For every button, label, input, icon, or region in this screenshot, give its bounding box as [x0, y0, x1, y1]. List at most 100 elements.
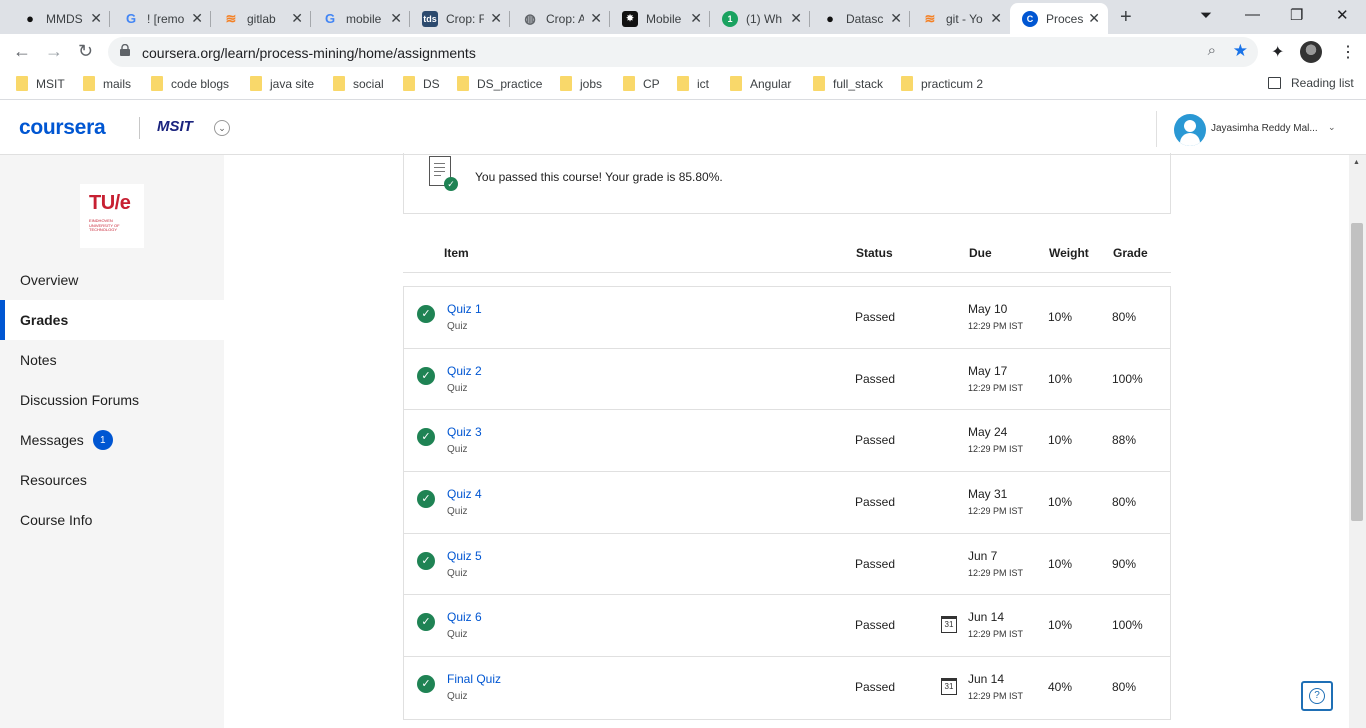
chevron-down-icon[interactable]: ⌄ [214, 120, 230, 136]
sidebar-item-discussion-forums[interactable]: Discussion Forums [0, 380, 224, 420]
bookmark-folder[interactable]: DS [403, 76, 440, 91]
scroll-up-arrow-icon[interactable]: ▲ [1353, 159, 1360, 166]
header-divider [139, 117, 140, 139]
bookmark-folder[interactable]: MSIT [16, 76, 65, 91]
item-link[interactable]: Quiz 3 [447, 425, 482, 439]
close-tab-icon[interactable]: ✕ [790, 10, 802, 27]
new-tab-button[interactable]: + [1120, 6, 1132, 29]
check-icon: ✓ [444, 177, 458, 191]
close-tab-icon[interactable]: ✕ [291, 10, 303, 27]
bookmark-folder[interactable]: code blogs [151, 76, 229, 91]
sidebar-item-resources[interactable]: Resources [0, 460, 224, 500]
close-window-button[interactable]: ✕ [1336, 6, 1349, 24]
column-weight: Weight [1049, 246, 1089, 260]
browser-tab[interactable]: tds Crop: F ✕ [410, 3, 510, 34]
column-due: Due [969, 246, 992, 260]
back-button[interactable]: ← [13, 41, 31, 62]
tds-icon: tds [422, 10, 438, 27]
item-link[interactable]: Final Quiz [447, 672, 501, 686]
close-tab-icon[interactable]: ✕ [990, 10, 1002, 27]
bookmark-folder[interactable]: Angular [730, 76, 791, 91]
calendar-icon[interactable]: 31 [941, 678, 957, 696]
page-scrollbar[interactable]: ▲ [1349, 155, 1366, 728]
bookmark-label: social [353, 76, 384, 91]
grades-table: ✓ Quiz 1 Quiz Passed May 10 12:29 PM IST 10% 80… [403, 286, 1171, 720]
browser-tab[interactable]: G ! [remo ✕ [111, 3, 211, 34]
bookmark-folder[interactable]: jobs [560, 76, 602, 91]
close-tab-icon[interactable]: ✕ [191, 10, 203, 27]
bookmark-folder[interactable]: mails [83, 76, 131, 91]
bookmark-folder[interactable]: java site [250, 76, 314, 91]
tab-title: ! [remo [147, 11, 185, 26]
sidebar-item-label: Resources [20, 472, 87, 488]
close-tab-icon[interactable]: ✕ [90, 10, 102, 27]
lock-icon [120, 44, 130, 56]
due-time: 12:29 PM IST [968, 321, 1024, 331]
bookmark-label: java site [270, 76, 315, 91]
sidebar-item-messages[interactable]: Messages 1 [0, 420, 224, 460]
passed-check-icon: ✓ [417, 428, 435, 447]
folder-icon [403, 76, 415, 91]
user-name[interactable]: Jayasimha Reddy Mal... [1211, 123, 1318, 134]
close-tab-icon[interactable]: ✕ [490, 10, 502, 27]
item-status: Passed [855, 680, 896, 695]
profile-avatar[interactable] [1300, 41, 1322, 63]
scrollbar-thumb[interactable] [1351, 223, 1363, 521]
sidebar-item-notes[interactable]: Notes [0, 340, 224, 380]
browser-tab[interactable]: ◍ Crop: A ✕ [510, 3, 610, 34]
notification-icon: 1 [722, 10, 738, 27]
close-tab-icon[interactable]: ✕ [890, 10, 902, 27]
close-tab-icon[interactable]: ✕ [1088, 10, 1100, 27]
sidebar-item-grades[interactable]: Grades [0, 300, 224, 340]
tab-search-icon[interactable]: ⏷ [1200, 7, 1212, 24]
browser-tab[interactable]: Gmobile ✕ [310, 3, 410, 34]
browser-menu-icon[interactable]: ⋮ [1340, 42, 1356, 62]
bookmark-folder[interactable]: CP [623, 76, 660, 91]
bookmark-star-icon[interactable]: ★ [1233, 41, 1248, 61]
reload-button[interactable]: ↻ [78, 41, 93, 62]
extensions-icon[interactable]: ✦ [1271, 42, 1284, 62]
sidebar-item-overview[interactable]: Overview [0, 260, 224, 300]
browser-tab[interactable]: ≋ gitlab ✕ [211, 3, 311, 34]
university-logo[interactable]: TU/e EINDHOVEN UNIVERSITY OF TECHNOLOGY [80, 184, 144, 248]
msit-logo[interactable]: MSIT [157, 118, 193, 135]
bookmark-label: CP [643, 76, 660, 91]
passed-check-icon: ✓ [417, 613, 435, 632]
bookmark-folder[interactable]: DS_practice [457, 76, 542, 91]
calendar-icon[interactable]: 31 [941, 616, 957, 634]
browser-tab[interactable]: C Proces ✕ [1010, 3, 1108, 34]
help-button[interactable]: ? [1301, 681, 1333, 711]
item-link[interactable]: Quiz 6 [447, 610, 482, 624]
item-grade: 90% [1112, 556, 1137, 571]
item-link[interactable]: Quiz 1 [447, 302, 482, 316]
close-tab-icon[interactable]: ✕ [690, 10, 702, 27]
browser-tab[interactable]: ● MMDS ✕ [10, 3, 110, 34]
close-tab-icon[interactable]: ✕ [590, 10, 602, 27]
user-avatar[interactable] [1174, 114, 1206, 146]
item-link[interactable]: Quiz 4 [447, 487, 482, 501]
bookmark-folder[interactable]: full_stack [813, 76, 883, 91]
sidebar-item-course-info[interactable]: Course Info [0, 500, 224, 540]
item-grade: 80% [1112, 680, 1137, 695]
bookmark-folder[interactable]: social [333, 76, 384, 91]
browser-tab[interactable]: 1 (1) Wh ✕ [710, 3, 810, 34]
close-tab-icon[interactable]: ✕ [390, 10, 402, 27]
minimize-button[interactable]: — [1245, 6, 1260, 23]
item-link[interactable]: Quiz 5 [447, 549, 482, 563]
browser-tab[interactable]: ≋ git - Yo ✕ [910, 3, 1010, 34]
table-row: ✓ Quiz 5 Quiz Passed Jun 7 12:29 PM IST 10% 90% [404, 534, 1170, 596]
bookmark-folder[interactable]: practicum 2 [901, 76, 983, 91]
zoom-icon[interactable]: ⌕ [1208, 42, 1216, 59]
user-menu-chevron-icon[interactable]: ⌄ [1328, 122, 1336, 133]
browser-tab[interactable]: ✸ Mobile ✕ [610, 3, 710, 34]
forward-button[interactable]: → [45, 41, 63, 62]
address-bar[interactable]: coursera.org/learn/process-mining/home/a… [108, 37, 1258, 67]
coursera-logo[interactable]: coursera [19, 116, 106, 140]
item-type: Quiz [447, 691, 468, 703]
item-link[interactable]: Quiz 2 [447, 364, 482, 378]
restore-button[interactable]: ❐ [1290, 6, 1303, 24]
bookmark-folder[interactable]: ict [677, 76, 709, 91]
browser-tab[interactable]: ● Datasc ✕ [810, 3, 910, 34]
folder-icon [151, 76, 163, 91]
reading-list-button[interactable]: Reading list [1268, 76, 1354, 90]
